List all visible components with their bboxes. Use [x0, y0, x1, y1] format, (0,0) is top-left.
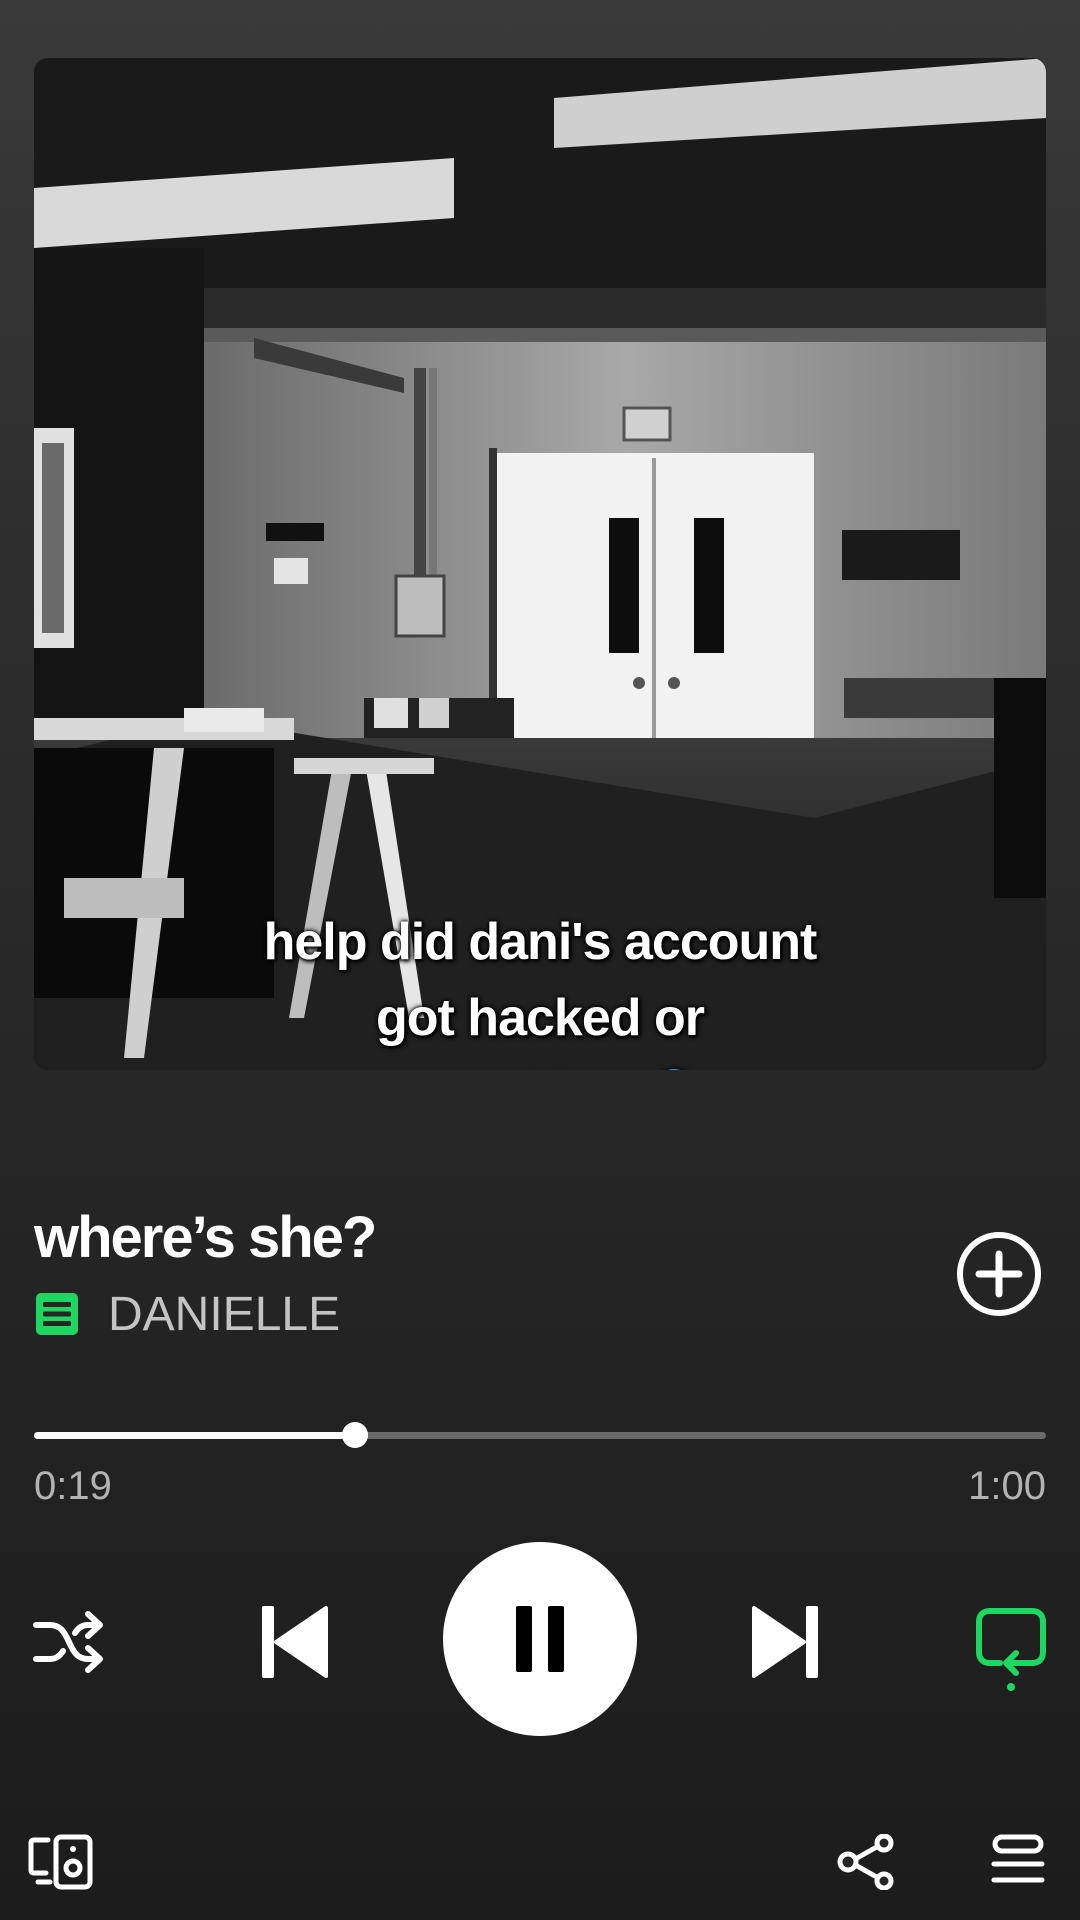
share-icon: [837, 1834, 894, 1890]
video-caption: help did dani's account got hacked or so…: [34, 904, 1046, 1070]
progress-fill: [34, 1432, 355, 1439]
skip-previous-icon: [262, 1606, 328, 1678]
caption-line-3-text: something: [376, 1065, 631, 1070]
playback-progress-bar[interactable]: [34, 1422, 1046, 1448]
repeat-icon: [976, 1608, 1046, 1691]
share-button[interactable]: [836, 1834, 896, 1890]
album-artwork[interactable]: help did dani's account got hacked or so…: [34, 58, 1046, 1070]
previous-button[interactable]: [258, 1602, 330, 1682]
queue-button[interactable]: [990, 1834, 1046, 1886]
plus-circle-icon[interactable]: [955, 1230, 1043, 1318]
lyrics-card-icon: [36, 1293, 78, 1335]
track-title[interactable]: where’s she?: [34, 1204, 377, 1271]
crying-emoji: 😭: [644, 1064, 705, 1070]
progress-scrubber[interactable]: [341, 1422, 368, 1448]
caption-line-1: help did dani's account: [263, 913, 818, 971]
next-button[interactable]: [750, 1602, 822, 1682]
total-time: 1:00: [968, 1464, 1046, 1508]
pause-button[interactable]: [443, 1542, 637, 1736]
pause-icon: [516, 1606, 564, 1672]
repeat-button[interactable]: [974, 1605, 1048, 1691]
caption-line-3: something 😭: [34, 1056, 1046, 1070]
elapsed-time: 0:19: [34, 1464, 112, 1508]
shuffle-button[interactable]: [32, 1605, 106, 1679]
connect-device-icon: [28, 1834, 93, 1890]
shuffle-icon: [33, 1611, 103, 1673]
artist-row: DANIELLE: [34, 1284, 340, 1344]
skip-next-icon: [752, 1606, 818, 1678]
queue-icon: [991, 1834, 1045, 1883]
artist-name[interactable]: DANIELLE: [108, 1287, 340, 1342]
caption-line-2: got hacked or: [376, 989, 705, 1047]
devices-button[interactable]: [28, 1834, 94, 1890]
